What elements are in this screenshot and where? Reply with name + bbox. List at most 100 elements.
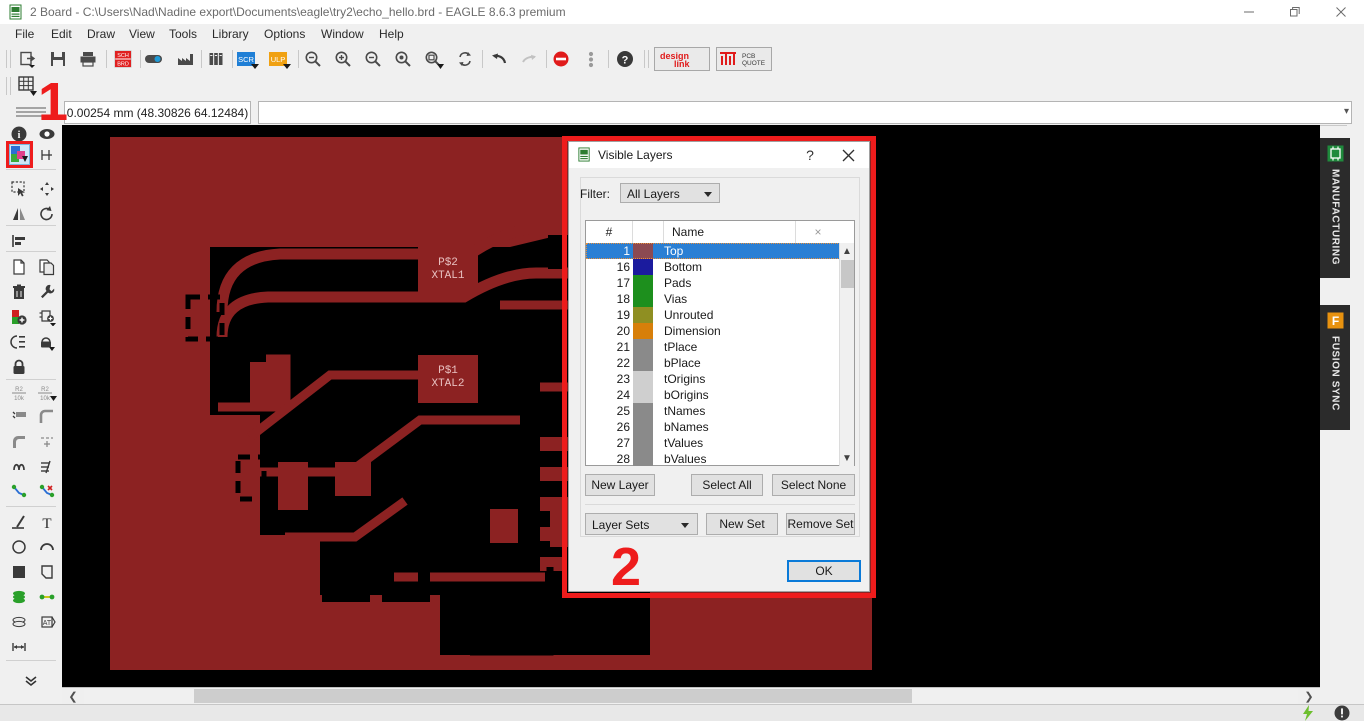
route-tool[interactable] <box>5 480 33 504</box>
stop-icon[interactable] <box>548 47 574 71</box>
polygon-tool[interactable] <box>5 430 33 454</box>
layer-color-swatch[interactable] <box>633 275 653 291</box>
notification-icon[interactable] <box>1328 705 1356 721</box>
save-icon[interactable] <box>44 47 72 71</box>
autodesk-lightning-icon[interactable] <box>1294 705 1322 721</box>
menu-library[interactable]: Library <box>203 24 258 45</box>
canvas-hscrollbar[interactable]: ❮ ❯ <box>62 687 1320 705</box>
menu-draw[interactable]: Draw <box>78 24 124 45</box>
smash-tool[interactable]: R2 10k <box>33 381 61 405</box>
attribute-tool[interactable]: AT <box>33 610 61 634</box>
mirror-tool[interactable] <box>5 202 33 226</box>
command-input[interactable]: ▾ <box>258 101 1352 124</box>
display-layers-tool[interactable] <box>8 143 31 166</box>
redraw-icon[interactable] <box>452 47 478 71</box>
library-icon[interactable] <box>203 47 229 71</box>
hole-tool[interactable] <box>33 585 61 609</box>
help-icon[interactable]: ? <box>612 47 638 71</box>
layer-row[interactable]: 26 bNames <box>586 419 840 435</box>
scroll-left-icon[interactable]: ❮ <box>62 688 84 704</box>
menu-options[interactable]: Options <box>255 24 314 45</box>
remove-set-button[interactable]: Remove Set <box>786 513 855 535</box>
layer-row[interactable]: 16 Bottom <box>586 259 840 275</box>
zoom-fit-page-icon[interactable] <box>390 47 416 71</box>
add-part-tool[interactable] <box>5 305 33 329</box>
new-set-button[interactable]: New Set <box>706 513 778 535</box>
rect-tool[interactable] <box>5 560 33 584</box>
scroll-right-icon[interactable]: ❯ <box>1298 688 1320 704</box>
change-tool[interactable] <box>33 280 61 304</box>
layer-row[interactable]: 24 bOrigins <box>586 387 840 403</box>
circle-tool[interactable] <box>5 535 33 559</box>
column-color[interactable] <box>633 221 664 243</box>
layer-row[interactable]: 28 bValues <box>586 451 840 466</box>
move-tool[interactable] <box>33 177 61 201</box>
layer-color-swatch[interactable] <box>633 291 653 307</box>
chevron-down-icon[interactable]: ▾ <box>1344 106 1349 117</box>
name-tool[interactable] <box>5 330 33 354</box>
hscroll-thumb[interactable] <box>194 689 912 703</box>
close-button[interactable] <box>1318 0 1364 24</box>
layer-color-swatch[interactable] <box>633 451 653 466</box>
layer-row[interactable]: 22 bPlace <box>586 355 840 371</box>
copy-tool[interactable] <box>5 255 33 279</box>
pin-tool[interactable] <box>5 405 33 429</box>
dialog-help-button[interactable]: ? <box>797 145 823 165</box>
zoom-out-icon[interactable] <box>360 47 386 71</box>
layers-list-scrollbar[interactable]: ▲ ▼ <box>839 243 854 466</box>
layer-row[interactable]: 17 Pads <box>586 275 840 291</box>
layer-color-swatch[interactable] <box>633 387 653 403</box>
layer-row[interactable]: 23 tOrigins <box>586 371 840 387</box>
zoom-select-icon[interactable] <box>420 47 452 71</box>
select-none-button[interactable]: Select None <box>772 474 855 496</box>
tab-fusion-sync[interactable]: F FUSION SYNC <box>1320 305 1350 430</box>
arc2-tool[interactable] <box>33 535 61 559</box>
dimension-tool[interactable] <box>5 635 33 659</box>
layer-color-swatch[interactable] <box>633 259 653 275</box>
column-name[interactable]: Name <box>664 221 796 243</box>
layer-color-swatch[interactable] <box>633 339 653 355</box>
paste-tool[interactable] <box>33 255 61 279</box>
more-tools-chevron-icon[interactable] <box>0 672 62 690</box>
manufacturing-icon[interactable] <box>172 47 198 71</box>
menu-edit[interactable]: Edit <box>42 24 81 45</box>
delete-tool[interactable] <box>5 280 33 304</box>
layer-row[interactable]: 27 tValues <box>586 435 840 451</box>
menu-file[interactable]: File <box>6 24 43 45</box>
minimize-button[interactable] <box>1226 0 1272 24</box>
restore-button[interactable] <box>1272 0 1318 24</box>
open-icon[interactable] <box>14 47 42 71</box>
mark-tool[interactable] <box>33 143 61 167</box>
layer-color-swatch[interactable] <box>633 435 653 451</box>
lock-smash-tool[interactable] <box>33 330 61 354</box>
ratsnest-tool[interactable] <box>33 430 61 454</box>
layers-list-body[interactable]: 1 Top 16 Bottom 17 Pads 18 Vias 19 Unrouted 20 Dime… <box>586 243 840 466</box>
layer-row[interactable]: 25 tNames <box>586 403 840 419</box>
align-tool[interactable] <box>5 229 33 253</box>
layer-row[interactable]: 18 Vias <box>586 291 840 307</box>
layer-color-swatch[interactable] <box>633 371 653 387</box>
layer-color-swatch[interactable] <box>633 355 653 371</box>
layer-color-swatch[interactable] <box>633 403 653 419</box>
via-tool[interactable] <box>5 585 33 609</box>
cam-processor-icon[interactable] <box>142 47 168 71</box>
scroll-up-icon[interactable]: ▲ <box>840 243 854 259</box>
layer-row[interactable]: 21 tPlace <box>586 339 840 355</box>
filter-dropdown[interactable]: All Layers <box>620 183 720 203</box>
column-visible[interactable]: × <box>796 221 840 243</box>
design-link-button[interactable]: design link <box>654 47 710 71</box>
tab-manufacturing[interactable]: MANUFACTURING <box>1320 138 1350 278</box>
select-all-button[interactable]: Select All <box>691 474 763 496</box>
zoom-in-icon[interactable] <box>330 47 356 71</box>
ok-button[interactable]: OK <box>787 560 861 582</box>
group-tool[interactable] <box>5 177 33 201</box>
polygon2-tool[interactable] <box>33 560 61 584</box>
print-icon[interactable] <box>74 47 102 71</box>
layer-color-swatch[interactable] <box>633 323 653 339</box>
text-tool[interactable]: T <box>33 510 61 534</box>
new-layer-button[interactable]: New Layer <box>585 474 655 496</box>
drc-dots-icon[interactable] <box>580 47 602 71</box>
column-number[interactable]: # <box>586 221 633 243</box>
menu-view[interactable]: View <box>120 24 164 45</box>
replace-tool[interactable] <box>33 305 61 329</box>
